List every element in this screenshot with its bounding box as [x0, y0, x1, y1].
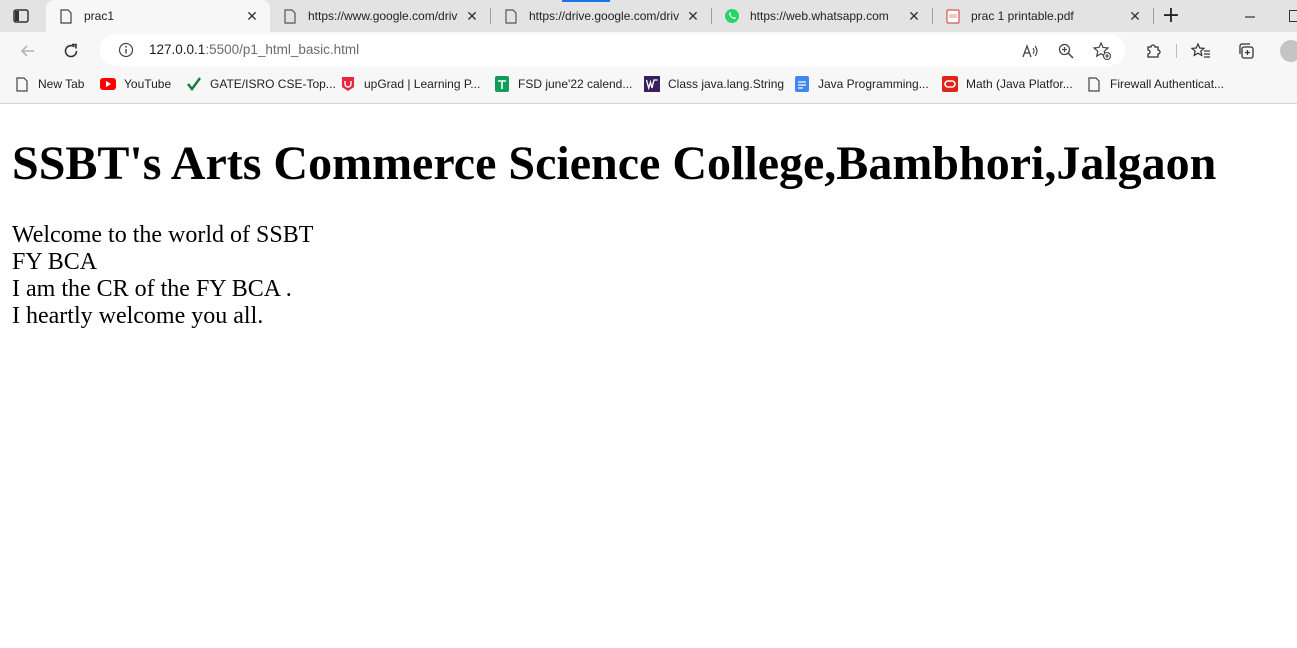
- bookmark-upgrad[interactable]: upGrad | Learning P...: [340, 76, 480, 92]
- tab-whatsapp[interactable]: https://web.whatsapp.com ✕: [712, 0, 932, 32]
- bookmark-firewall[interactable]: Firewall Authenticat...: [1086, 76, 1224, 92]
- body-line: Welcome to the world of SSBT: [12, 222, 314, 248]
- page-icon: [58, 8, 74, 24]
- restore-window-icon[interactable]: [1289, 10, 1297, 22]
- address-url[interactable]: 127.0.0.1:5500/p1_html_basic.html: [149, 42, 359, 57]
- new-tab-button[interactable]: +: [1160, 5, 1182, 28]
- checkmark-icon: [186, 76, 202, 92]
- close-tab-icon[interactable]: ✕: [242, 6, 262, 26]
- tab-title: https://drive.google.com/driv: [529, 9, 680, 23]
- bookmark-java-lang-string[interactable]: Class java.lang.String: [644, 76, 784, 92]
- info-icon[interactable]: [118, 42, 134, 58]
- bookmark-label: upGrad | Learning P...: [364, 77, 481, 91]
- page-body: Welcome to the world of SSBT FY BCA I am…: [12, 222, 313, 330]
- tab-pdf[interactable]: prac 1 printable.pdf ✕: [933, 0, 1153, 32]
- bookmark-gate-isro[interactable]: GATE/ISRO CSE-Top...: [186, 76, 336, 92]
- bookmark-label: Java Programming...: [818, 77, 929, 91]
- bookmark-java-programming[interactable]: Java Programming...: [794, 76, 929, 92]
- tab-title: prac1: [84, 9, 115, 23]
- bookmark-fsd-calendar[interactable]: FSD june'22 calend...: [494, 76, 632, 92]
- browser-chrome: prac1 ✕ https://www.google.com/driv ✕ ht…: [0, 0, 1297, 104]
- bookmark-label: GATE/ISRO CSE-Top...: [210, 77, 336, 91]
- close-tab-icon[interactable]: ✕: [904, 6, 924, 26]
- bookmark-label: FSD june'22 calend...: [518, 77, 633, 91]
- profile-avatar[interactable]: [1280, 40, 1297, 62]
- add-favorite-icon[interactable]: [1092, 41, 1112, 61]
- zoom-icon[interactable]: [1056, 41, 1076, 61]
- tab-actions-icon[interactable]: [12, 7, 30, 25]
- bookmark-label: New Tab: [38, 77, 85, 91]
- toolbar-separator: [1176, 44, 1177, 58]
- bookmark-label: Class java.lang.String: [668, 77, 785, 91]
- extensions-icon[interactable]: [1143, 41, 1163, 61]
- page-icon: [14, 76, 30, 92]
- close-tab-icon[interactable]: ✕: [462, 6, 482, 26]
- page-icon: [503, 8, 519, 24]
- bookmark-youtube[interactable]: YouTube: [100, 76, 171, 92]
- upgrad-icon: [340, 76, 356, 92]
- close-tab-icon[interactable]: ✕: [683, 6, 703, 26]
- page-icon: [1086, 76, 1102, 92]
- oracle-icon: [942, 76, 958, 92]
- tab-drive[interactable]: https://drive.google.com/driv ✕: [491, 0, 711, 32]
- bookmark-label: YouTube: [124, 77, 172, 91]
- close-tab-icon[interactable]: ✕: [1125, 6, 1145, 26]
- whatsapp-icon: [724, 8, 740, 24]
- read-aloud-icon[interactable]: [1020, 41, 1040, 61]
- page-content: SSBT's Arts Commerce Science College,Bam…: [0, 104, 1297, 648]
- sheets-icon: [494, 76, 510, 92]
- collections-icon[interactable]: [1236, 41, 1256, 61]
- bookmark-new-tab[interactable]: New Tab: [14, 76, 84, 92]
- pdf-icon: [945, 8, 961, 24]
- refresh-icon[interactable]: [61, 41, 81, 61]
- tab-title: prac 1 printable.pdf: [971, 9, 1074, 23]
- tab-title: https://web.whatsapp.com: [750, 9, 889, 23]
- bookmark-label: Math (Java Platfor...: [966, 77, 1073, 91]
- youtube-icon: [100, 76, 116, 92]
- url-host: 127.0.0.1: [149, 42, 206, 57]
- w-icon: [644, 76, 660, 92]
- docs-icon: [794, 76, 810, 92]
- tab-strip: prac1 ✕ https://www.google.com/driv ✕ ht…: [0, 0, 1297, 32]
- page-heading: SSBT's Arts Commerce Science College,Bam…: [12, 137, 1217, 190]
- tab-title: https://www.google.com/driv: [308, 9, 458, 23]
- body-line: FY BCA: [12, 249, 98, 275]
- page-icon: [282, 8, 298, 24]
- bookmarks-bar: New Tab YouTube GATE/ISRO CSE-Top... upG…: [0, 68, 1297, 102]
- body-line: I heartly welcome you all.: [12, 303, 264, 329]
- tab-prac1[interactable]: prac1 ✕: [46, 0, 270, 32]
- bookmark-label: Firewall Authenticat...: [1110, 77, 1225, 91]
- body-line: I am the CR of the FY BCA .: [12, 276, 292, 302]
- tab-separator: [1153, 8, 1154, 24]
- bookmark-math-java[interactable]: Math (Java Platfor...: [942, 76, 1073, 92]
- url-path: :5500/p1_html_basic.html: [205, 42, 360, 57]
- tab-google-drive[interactable]: https://www.google.com/driv ✕: [270, 0, 490, 32]
- back-icon[interactable]: [18, 41, 38, 61]
- minimize-icon[interactable]: [1244, 8, 1256, 22]
- favorites-icon[interactable]: [1191, 41, 1211, 61]
- address-bar[interactable]: 127.0.0.1:5500/p1_html_basic.html: [100, 34, 1125, 66]
- toolbar: 127.0.0.1:5500/p1_html_basic.html: [0, 32, 1297, 68]
